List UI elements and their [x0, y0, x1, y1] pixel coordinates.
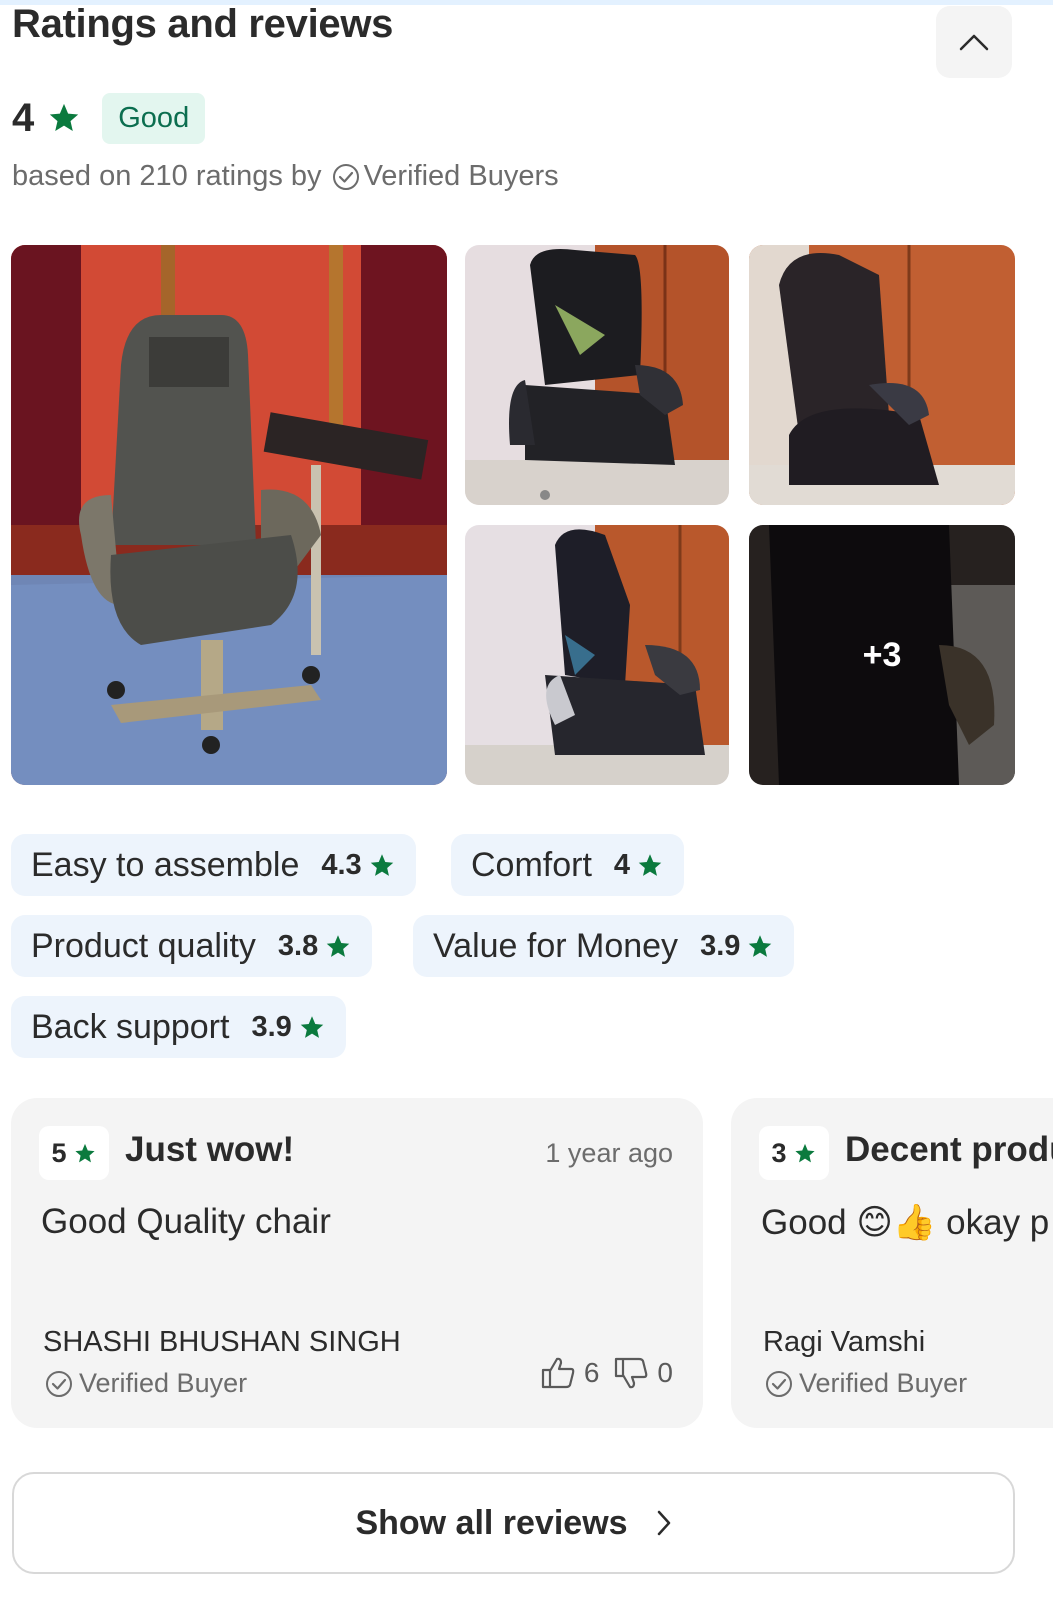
verified-buyer-label: Verified Buyer [79, 1368, 248, 1398]
dislike-count: 0 [657, 1357, 673, 1388]
attribute-chip-comfort[interactable]: Comfort 4 [451, 834, 685, 896]
review-card[interactable]: 5 Just wow! 1 year ago Good Quality chai… [11, 1098, 703, 1428]
like-count: 6 [583, 1357, 600, 1388]
verified-check-icon [332, 163, 360, 191]
section-title: Ratings and reviews [12, 2, 394, 46]
review-time: 1 year ago [545, 1138, 673, 1168]
verified-buyer-tag: Verified Buyer [765, 1368, 967, 1399]
review-photo-main[interactable] [11, 245, 447, 785]
star-icon [74, 1143, 95, 1162]
review-rating-badge: 3 [759, 1126, 829, 1180]
attribute-name: Back support [31, 1007, 230, 1046]
overall-rating-value: 4 [12, 95, 35, 140]
more-photos-count: +3 [749, 525, 1015, 785]
review-body: Good Quality chair [41, 1202, 331, 1241]
attribute-score: 3.8 [277, 929, 319, 962]
attribute-score: 3.9 [251, 1010, 292, 1043]
attribute-chip-product-quality[interactable]: Product quality 3.8 [11, 915, 373, 977]
verified-buyers-label: Verified Buyers [363, 160, 559, 192]
like-button[interactable]: 6 [540, 1356, 600, 1390]
show-all-reviews-label: Show all reviews [355, 1503, 628, 1542]
review-card[interactable]: 3 Decent produ Good 😊👍 okay p Ragi Vamsh… [731, 1098, 1053, 1428]
review-rating-value: 5 [51, 1137, 67, 1168]
chevron-right-icon [657, 1510, 670, 1536]
review-votes: 6 0 [540, 1356, 673, 1390]
rating-label-badge: Good [102, 92, 206, 144]
ratings-basis-text: based on 210 ratings by [12, 160, 322, 192]
review-body: Good 😊👍 okay p [761, 1203, 1050, 1242]
star-icon [368, 852, 396, 879]
attribute-chip-easy-to-assemble[interactable]: Easy to assemble 4.3 [11, 834, 416, 896]
attribute-name: Easy to assemble [31, 845, 300, 884]
review-photo-more[interactable]: +3 [749, 525, 1015, 785]
attribute-name: Product quality [31, 926, 256, 965]
thumbs-up-icon [541, 1357, 575, 1389]
star-icon [794, 1143, 815, 1162]
review-headline: Just wow! [125, 1130, 295, 1169]
collapse-button[interactable] [936, 6, 1012, 78]
verified-check-icon [46, 1370, 72, 1397]
attribute-name: Value for Money [433, 926, 679, 965]
show-all-reviews-button[interactable]: Show all reviews [12, 1472, 1015, 1574]
attribute-name: Comfort [471, 845, 592, 884]
thumbs-down-icon [615, 1357, 648, 1389]
verified-check-icon [766, 1370, 792, 1397]
star-icon [324, 933, 352, 960]
star-icon [298, 1014, 326, 1041]
star-icon [636, 852, 664, 879]
review-rating-value: 3 [771, 1137, 787, 1168]
star-icon [746, 933, 774, 960]
attribute-chip-value-for-money[interactable]: Value for Money 3.9 [413, 915, 795, 977]
attribute-score: 3.9 [700, 929, 741, 962]
ratings-basis: based on 210 ratings by Verified Buyers [12, 160, 559, 193]
attribute-score: 4 [613, 848, 631, 881]
attribute-chip-back-support[interactable]: Back support 3.9 [11, 996, 346, 1058]
review-headline: Decent produ [845, 1130, 1053, 1169]
review-author: SHASHI BHUSHAN SINGH [43, 1326, 401, 1358]
review-author: Ragi Vamshi [763, 1326, 926, 1358]
verified-buyer-label: Verified Buyer [799, 1368, 968, 1398]
review-photo-2[interactable] [465, 245, 729, 505]
review-photo-4[interactable] [465, 525, 729, 785]
dislike-button[interactable]: 0 [613, 1356, 673, 1390]
overall-rating: 4 Good [12, 92, 206, 144]
review-rating-badge: 5 [39, 1126, 109, 1180]
attribute-score: 4.3 [321, 848, 362, 881]
verified-buyer-tag: Verified Buyer [45, 1368, 247, 1399]
star-icon [46, 101, 82, 135]
review-photo-3[interactable] [749, 245, 1015, 505]
chevron-up-icon [959, 34, 989, 51]
